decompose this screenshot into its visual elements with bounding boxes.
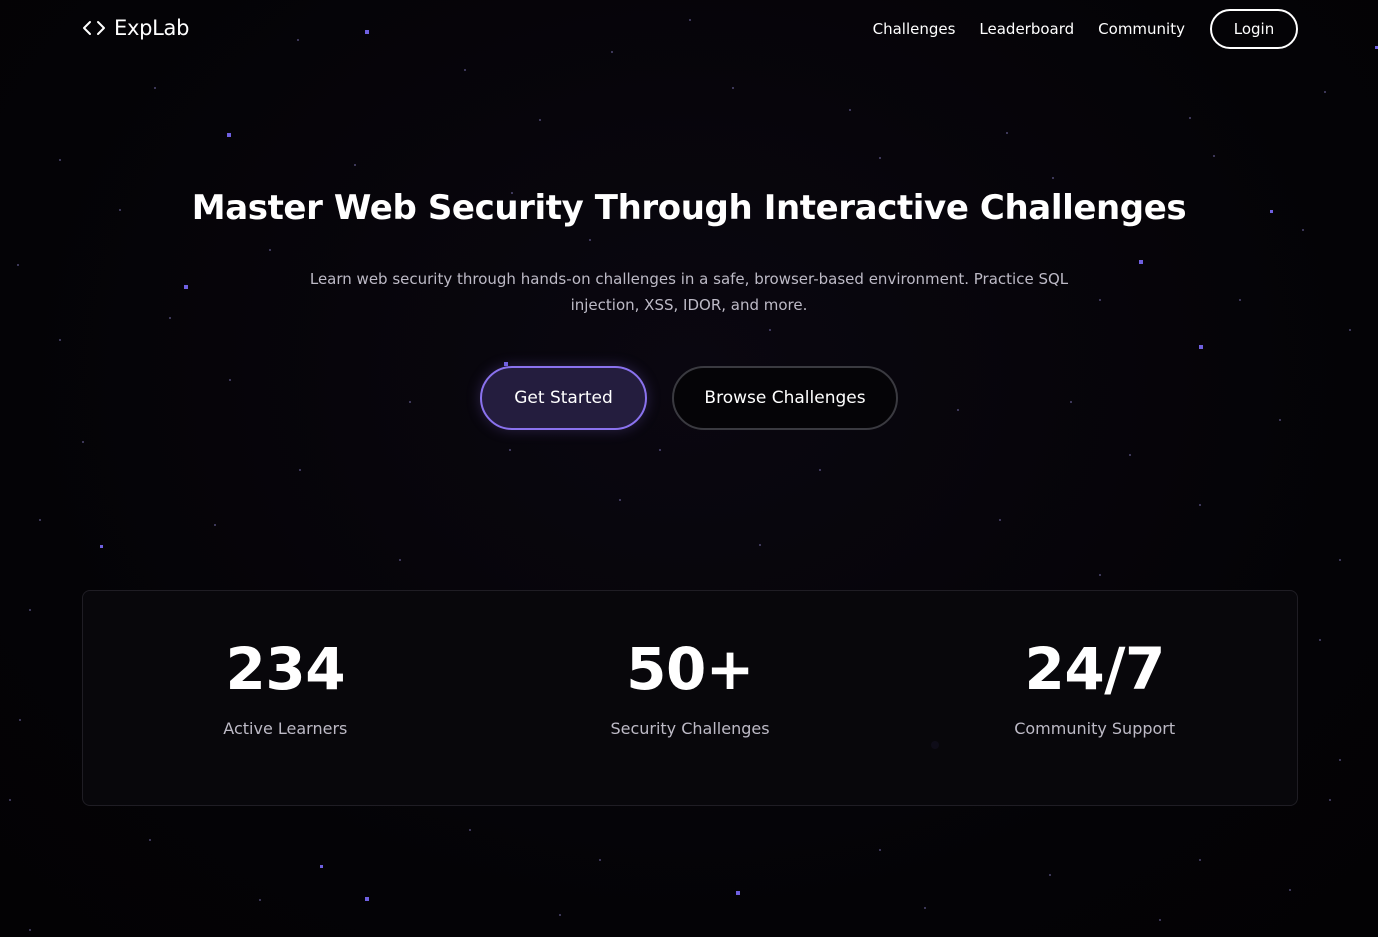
stat-label: Security Challenges bbox=[610, 719, 770, 738]
code-brackets-icon bbox=[83, 21, 105, 35]
stat-value: 234 bbox=[225, 635, 346, 703]
get-started-button[interactable]: Get Started bbox=[480, 366, 647, 430]
brand-name: ExpLab bbox=[114, 16, 190, 40]
nav-links: Challenges Leaderboard Community Login bbox=[873, 7, 1298, 51]
stats-panel: 234 Active Learners 50+ Security Challen… bbox=[82, 590, 1298, 806]
top-navbar: ExpLab Challenges Leaderboard Community … bbox=[0, 0, 1378, 58]
hero-cta-row: Get Started Browse Challenges bbox=[0, 366, 1378, 430]
hero-subtitle: Learn web security through hands-on chal… bbox=[309, 270, 1069, 314]
stat-label: Active Learners bbox=[223, 719, 348, 738]
nav-link-challenges[interactable]: Challenges bbox=[873, 20, 956, 38]
stat-security-challenges: 50+ Security Challenges bbox=[488, 591, 893, 805]
stat-community-support: 24/7 Community Support bbox=[892, 591, 1297, 805]
brand-logo[interactable]: ExpLab bbox=[82, 13, 189, 43]
hero-title: Master Web Security Through Interactive … bbox=[191, 188, 1187, 228]
nav-link-community[interactable]: Community bbox=[1098, 20, 1185, 38]
login-button[interactable]: Login bbox=[1210, 9, 1298, 49]
stat-value: 50+ bbox=[626, 635, 754, 703]
nav-link-leaderboard[interactable]: Leaderboard bbox=[979, 20, 1074, 38]
stat-label: Community Support bbox=[1014, 719, 1176, 738]
stat-value: 24/7 bbox=[1024, 635, 1166, 703]
stat-active-learners: 234 Active Learners bbox=[83, 591, 488, 805]
browse-challenges-button[interactable]: Browse Challenges bbox=[672, 366, 898, 430]
page: ExpLab Challenges Leaderboard Community … bbox=[0, 0, 1378, 937]
